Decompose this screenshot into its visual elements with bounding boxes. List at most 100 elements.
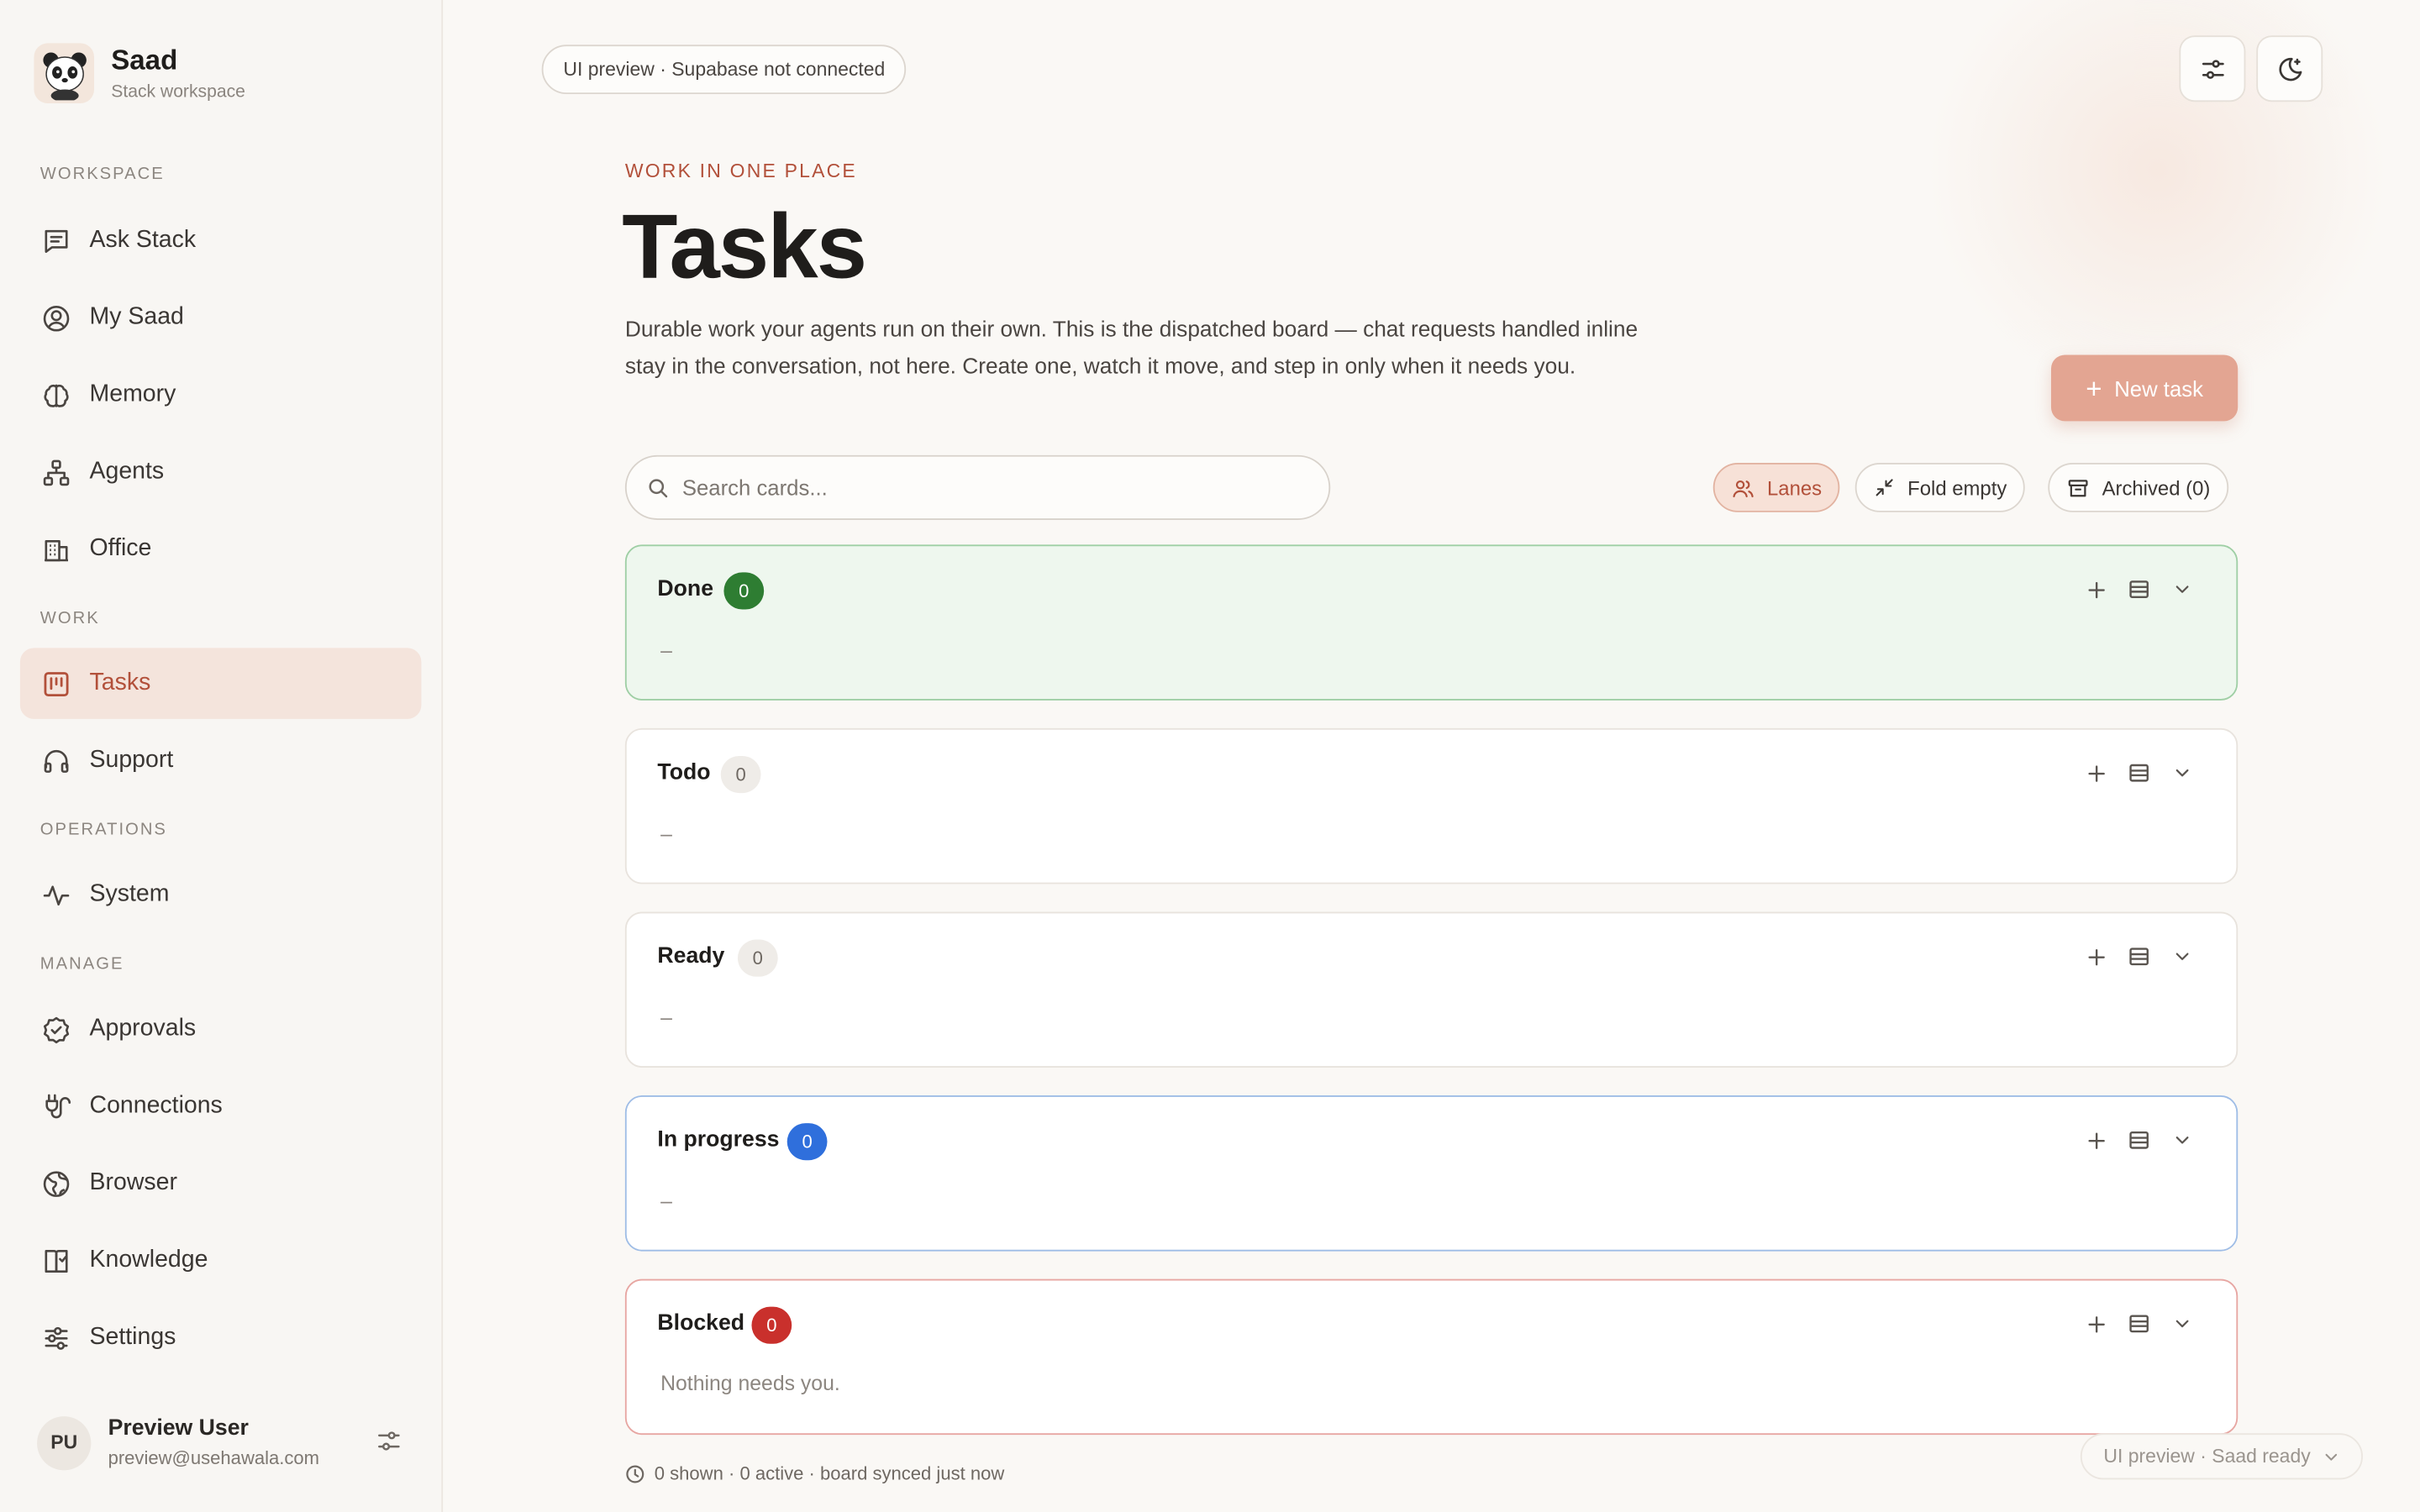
user-name: Preview User	[108, 1416, 249, 1441]
lane-ready: Ready 0 –	[624, 911, 2238, 1068]
section-label-operations: Operations	[39, 821, 167, 840]
lane-count-badge: 0	[723, 572, 765, 610]
lane-empty-text: –	[660, 638, 672, 662]
sidebar-item-label: My Saad	[89, 303, 184, 331]
lane-count-badge: 0	[786, 1123, 828, 1161]
sidebar-item-label: System	[89, 880, 170, 907]
sidebar-item-label: Tasks	[89, 669, 151, 696]
chat-icon	[40, 225, 71, 256]
lane-title: In progress	[657, 1127, 780, 1153]
add-card-icon[interactable]	[2081, 941, 2112, 972]
sidebar-item-agents[interactable]: Agents	[20, 437, 422, 507]
board-stats-text: 0 shown · 0 active · board synced just n…	[654, 1462, 1005, 1484]
globe-icon	[40, 1168, 71, 1199]
section-label-work: Work	[39, 609, 100, 628]
sidebar-item-label: Agents	[89, 458, 165, 485]
chevron-down-icon[interactable]	[2167, 941, 2198, 972]
brand-name: Saad	[111, 45, 178, 76]
chevron-down-icon[interactable]	[2167, 574, 2198, 605]
brand-subtitle: Stack workspace	[111, 83, 245, 102]
add-card-icon[interactable]	[2081, 758, 2112, 789]
add-card-icon[interactable]	[2081, 574, 2112, 605]
lanes-toggle[interactable]: Lanes	[1712, 463, 1841, 512]
sidebar-item-label: Knowledge	[89, 1247, 208, 1273]
lanes-label: Lanes	[1767, 475, 1823, 500]
app-status-pill[interactable]: UI preview · Saad ready	[2080, 1433, 2364, 1480]
archive-icon	[2066, 476, 2090, 500]
lane-blocked: Blocked 0 Nothing needs you.	[624, 1278, 2238, 1436]
lane-empty-text: –	[660, 1189, 672, 1213]
table-view-icon[interactable]	[2123, 574, 2154, 605]
user-circle-icon	[40, 302, 71, 333]
lane-title: Blocked	[657, 1311, 745, 1336]
lane-title: Todo	[657, 760, 711, 785]
panda-logo-icon	[34, 43, 95, 104]
sidebar-item-system[interactable]: System	[20, 859, 422, 930]
app-status-text: UI preview · Saad ready	[2103, 1445, 2311, 1467]
sidebar-item-label: Approvals	[89, 1015, 197, 1042]
sliders-icon	[2198, 55, 2226, 82]
sidebar-item-support[interactable]: Support	[20, 725, 422, 795]
sidebar-item-label: Office	[89, 535, 152, 562]
fold-empty-toggle[interactable]: Fold empty	[1854, 463, 2026, 512]
sidebar-item-office[interactable]: Office	[20, 514, 422, 585]
table-view-icon[interactable]	[2123, 1309, 2154, 1340]
table-view-icon[interactable]	[2123, 758, 2154, 789]
brand[interactable]: Saad Stack workspace	[34, 43, 245, 104]
add-card-icon[interactable]	[2081, 1309, 2112, 1340]
avatar: PU	[37, 1415, 92, 1470]
section-label-workspace: Workspace	[39, 165, 165, 184]
kanban-icon	[40, 668, 71, 699]
sidebar-item-ask-stack[interactable]: Ask Stack	[20, 205, 422, 276]
collapse-icon	[1874, 477, 1896, 499]
archived-label: Archived (0)	[2102, 475, 2211, 500]
table-view-icon[interactable]	[2123, 941, 2154, 972]
search-box[interactable]	[624, 454, 1331, 520]
filter-settings-button[interactable]	[2179, 35, 2246, 102]
lane-todo: Todo 0 –	[624, 727, 2238, 885]
page-eyebrow: Work in one place	[624, 160, 857, 182]
sidebar-item-my-saad[interactable]: My Saad	[20, 282, 422, 353]
chevron-down-icon	[2323, 1448, 2339, 1465]
plus-icon: +	[2086, 372, 2102, 404]
sidebar-item-settings[interactable]: Settings	[20, 1302, 422, 1373]
sliders-icon	[40, 1322, 71, 1353]
sidebar-item-label: Settings	[89, 1323, 176, 1351]
page-description: Durable work your agents run on their ow…	[624, 318, 1639, 380]
sidebar-item-label: Connections	[89, 1092, 223, 1119]
theme-toggle-button[interactable]	[2256, 35, 2323, 102]
sidebar-item-label: Browser	[89, 1169, 177, 1196]
user-profile[interactable]: PU Preview User preview@usehawala.com	[37, 1410, 415, 1475]
preview-status-pill: UI preview · Supabase not connected	[541, 45, 908, 95]
sidebar-item-label: Support	[89, 746, 174, 774]
new-task-button[interactable]: + New task	[2050, 354, 2238, 422]
lane-count-badge: 0	[751, 1306, 792, 1344]
search-icon	[647, 476, 671, 500]
section-label-manage: Manage	[39, 954, 124, 974]
user-email: preview@usehawala.com	[108, 1446, 320, 1469]
sidebar-item-connections[interactable]: Connections	[20, 1071, 422, 1142]
sidebar-item-knowledge[interactable]: Knowledge	[20, 1225, 422, 1295]
sidebar-item-label: Ask Stack	[89, 226, 197, 254]
sidebar-item-memory[interactable]: Memory	[20, 360, 422, 430]
lane-done: Done 0 –	[624, 544, 2238, 701]
search-input[interactable]	[681, 475, 1269, 501]
lane-empty-text: –	[660, 1005, 672, 1030]
book-icon	[40, 1245, 71, 1276]
archived-toggle[interactable]: Archived (0)	[2048, 463, 2229, 512]
plug-icon	[40, 1091, 71, 1122]
add-card-icon[interactable]	[2081, 1125, 2112, 1156]
pulse-icon	[40, 879, 71, 911]
users-icon	[1732, 476, 1755, 500]
chevron-down-icon[interactable]	[2167, 758, 2198, 789]
sidebar-item-browser[interactable]: Browser	[20, 1148, 422, 1219]
sidebar-item-tasks[interactable]: Tasks	[19, 648, 422, 719]
chevron-down-icon[interactable]	[2167, 1309, 2198, 1340]
sidebar-item-approvals[interactable]: Approvals	[20, 994, 422, 1064]
hierarchy-icon	[40, 457, 71, 488]
lane-empty-text: Nothing needs you.	[660, 1371, 840, 1395]
main-content: UI preview · Supabase not connected Work…	[445, 0, 2420, 1512]
chevron-down-icon[interactable]	[2167, 1125, 2198, 1156]
user-settings-icon[interactable]	[375, 1427, 406, 1458]
table-view-icon[interactable]	[2123, 1125, 2154, 1156]
